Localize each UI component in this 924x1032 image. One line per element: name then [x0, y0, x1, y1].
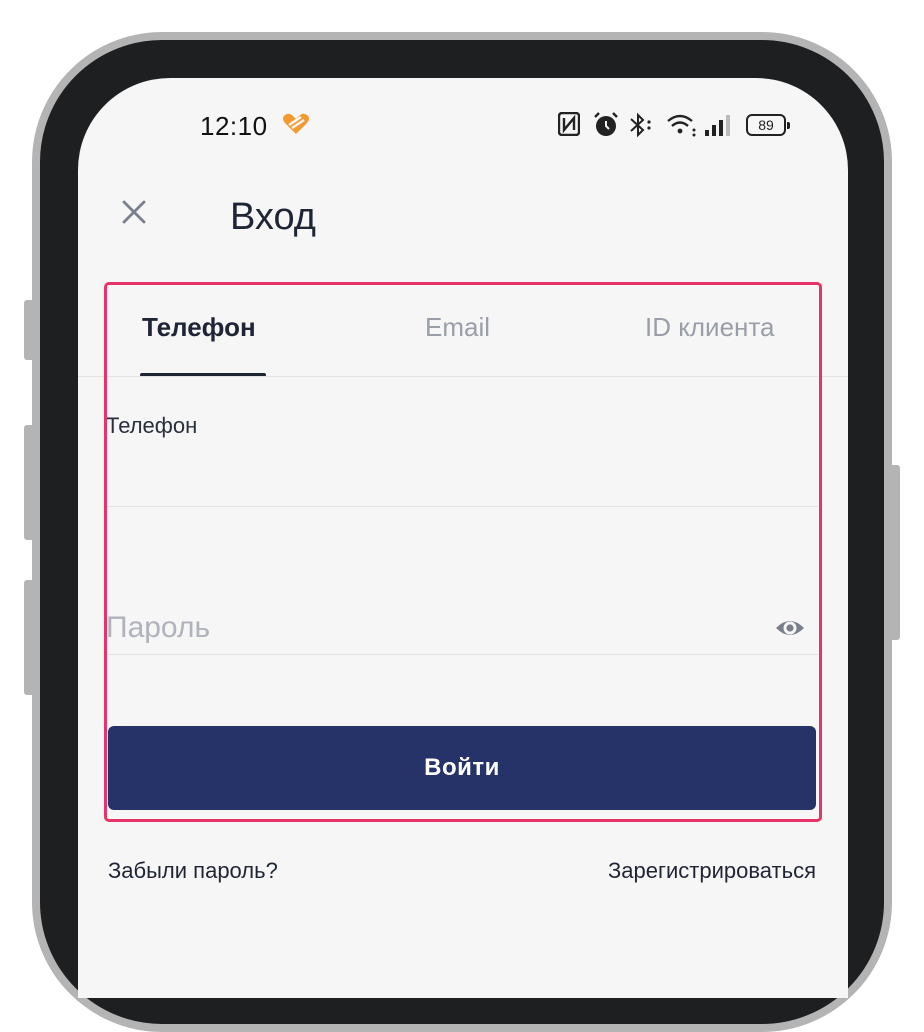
- login-method-tabs: Телефон Email ID клиента: [78, 290, 848, 378]
- phone-screen: 12:10 89 Вход Телефон Email ID клиента Т…: [78, 78, 848, 998]
- register-link[interactable]: Зарегистрироваться: [608, 858, 816, 884]
- phone-field-underline: [106, 506, 818, 507]
- battery-icon: 89: [746, 114, 790, 136]
- tabs-divider: [78, 376, 848, 377]
- bluetooth-icon: [630, 112, 651, 138]
- status-bar: 12:10 89: [78, 78, 848, 178]
- status-time: 12:10: [200, 111, 268, 141]
- page-title: Вход: [230, 196, 316, 238]
- wifi-icon: [667, 114, 696, 137]
- forgot-password-link[interactable]: Забыли пароль?: [108, 858, 278, 884]
- signal-icon: [705, 115, 730, 136]
- password-input[interactable]: [106, 602, 746, 654]
- notification-badge-icon: [282, 112, 310, 141]
- close-icon: [122, 200, 146, 224]
- phone-input[interactable]: [106, 448, 818, 500]
- toggle-password-visibility-button[interactable]: [774, 614, 806, 642]
- tab-client-id[interactable]: ID клиента: [645, 312, 774, 343]
- eye-icon: [776, 621, 804, 635]
- alarm-icon: [594, 112, 618, 136]
- tab-email[interactable]: Email: [425, 312, 490, 343]
- tab-phone[interactable]: Телефон: [142, 312, 256, 343]
- password-field-underline: [106, 654, 818, 655]
- nfc-icon: [558, 112, 580, 136]
- login-button[interactable]: Войти: [108, 726, 816, 810]
- phone-field-label: Телефон: [106, 413, 198, 438]
- close-button[interactable]: [118, 196, 150, 228]
